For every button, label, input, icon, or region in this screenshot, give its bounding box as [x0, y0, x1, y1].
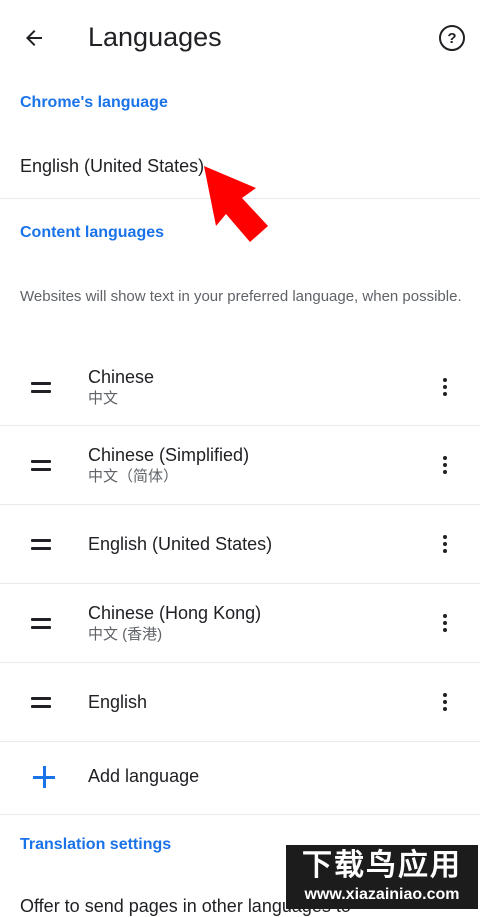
language-row: English [0, 663, 480, 741]
section-header-chrome-language: Chrome's language [20, 94, 168, 111]
watermark-url: www.xiazainiao.com [304, 886, 460, 903]
top-app-bar: Languages ? [0, 0, 480, 74]
more-options-icon[interactable] [430, 663, 460, 741]
more-options-icon[interactable] [430, 584, 460, 662]
language-name: Chinese (Simplified) [88, 445, 250, 465]
divider [0, 814, 480, 815]
red-arrow-annotation [204, 166, 268, 242]
section-header-translation-settings: Translation settings [20, 836, 172, 853]
arrow-left-icon [26, 30, 42, 46]
drag-handle-icon[interactable] [31, 505, 51, 583]
plus-icon [33, 766, 55, 788]
more-options-icon[interactable] [430, 348, 460, 426]
watermark-title: 下载鸟应用 [302, 849, 462, 882]
chrome-language-item[interactable]: English (United States) [20, 156, 204, 177]
language-native-name: 中文 (香港) [88, 626, 163, 643]
drag-handle-icon[interactable] [31, 663, 51, 741]
drag-handle-icon[interactable] [31, 584, 51, 662]
content-languages-description: Websites will show text in your preferre… [20, 288, 462, 305]
add-language-label: Add language [88, 766, 200, 786]
language-name: English [88, 692, 148, 712]
language-native-name: 中文 [88, 390, 119, 407]
language-row: Chinese (Hong Kong) 中文 (香港) [0, 584, 480, 662]
page-title: Languages [88, 22, 222, 52]
more-options-icon[interactable] [430, 426, 460, 504]
language-name: Chinese [88, 367, 155, 387]
language-native-name: 中文（简体） [88, 468, 179, 485]
back-button[interactable] [14, 18, 54, 58]
language-row: Chinese 中文 [0, 348, 480, 426]
drag-handle-icon[interactable] [31, 348, 51, 426]
language-name: English (United States) [88, 534, 273, 554]
help-button[interactable]: ? [432, 18, 472, 58]
language-row: Chinese (Simplified) 中文（简体） [0, 426, 480, 504]
watermark-logo: 下载鸟应用 www.xiazainiao.com [286, 845, 478, 909]
drag-handle-icon[interactable] [31, 426, 51, 504]
add-language-button[interactable]: Add language [0, 742, 480, 814]
more-options-icon[interactable] [430, 505, 460, 583]
help-circle-icon: ? [439, 25, 465, 51]
language-name: Chinese (Hong Kong) [88, 603, 262, 623]
language-row: English (United States) [0, 505, 480, 583]
section-header-content-languages: Content languages [20, 224, 165, 241]
